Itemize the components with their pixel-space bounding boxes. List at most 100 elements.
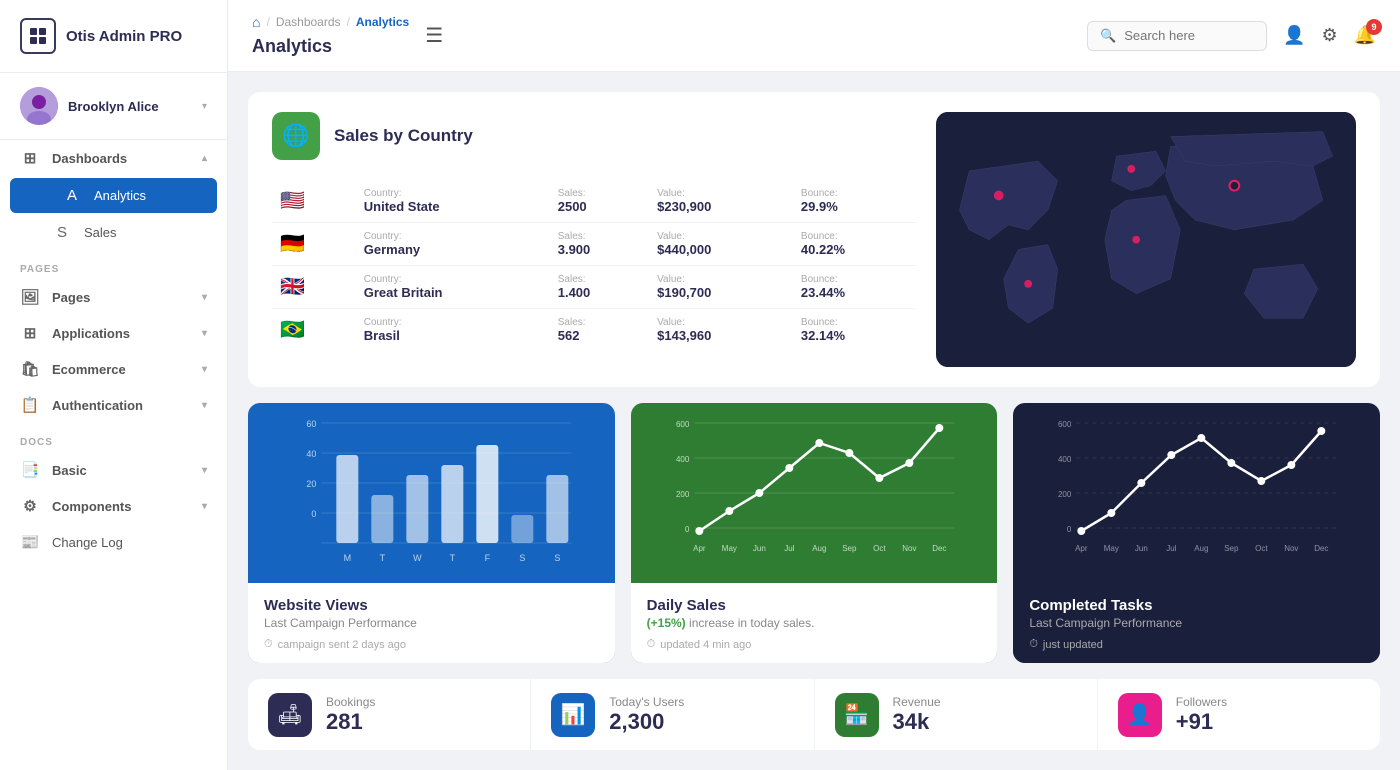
sidebar: Otis Admin PRO Brooklyn Alice ▾ ⊞ Dashbo… xyxy=(0,0,228,770)
svg-text:Apr: Apr xyxy=(1075,544,1088,553)
bounce-cell: Bounce: 29.9% xyxy=(793,180,916,223)
user-chevron-icon: ▾ xyxy=(202,101,207,112)
daily-sales-chart: 600 400 200 0 xyxy=(631,403,998,583)
svg-text:600: 600 xyxy=(1058,420,1072,429)
sidebar-item-changelog[interactable]: 📰 Change Log xyxy=(0,524,227,560)
clock-icon: ⏱ xyxy=(264,638,273,651)
ecommerce-icon: 🛍 xyxy=(20,360,40,378)
page-title: Analytics xyxy=(252,36,332,57)
hamburger-icon[interactable]: ☰ xyxy=(425,23,443,48)
sales-cell: Sales: 2500 xyxy=(550,180,649,223)
search-box[interactable]: 🔍 xyxy=(1087,21,1267,51)
stat-icon: 🏪 xyxy=(835,693,879,737)
sidebar-item-ecommerce[interactable]: 🛍 Ecommerce ▾ xyxy=(0,351,227,387)
svg-text:Nov: Nov xyxy=(1285,544,1299,553)
flag-cell: 🇩🇪 xyxy=(272,223,356,266)
website-views-card: 60 40 20 0 M T xyxy=(248,403,615,663)
search-icon: 🔍 xyxy=(1100,28,1116,44)
country-cell: Country: United State xyxy=(356,180,550,223)
sales-icon: S xyxy=(52,224,72,241)
ecommerce-chevron-icon: ▾ xyxy=(202,364,207,375)
svg-text:Sep: Sep xyxy=(842,544,857,553)
sidebar-logo: Otis Admin PRO xyxy=(0,0,227,73)
components-icon: ⚙ xyxy=(20,497,40,515)
basic-chevron-icon: ▾ xyxy=(202,465,207,476)
sidebar-item-applications[interactable]: ⊞ Applications ▾ xyxy=(0,315,227,351)
components-label: Components xyxy=(52,499,190,514)
svg-text:Dec: Dec xyxy=(1315,544,1329,553)
daily-sales-subtitle: (+15%) increase in today sales. xyxy=(647,616,982,630)
analytics-label: Analytics xyxy=(94,188,197,203)
clock-icon2: ⏱ xyxy=(647,638,656,651)
sidebar-item-analytics[interactable]: A Analytics xyxy=(10,178,217,213)
sidebar-item-sales[interactable]: S Sales xyxy=(0,215,227,250)
basic-icon: 📑 xyxy=(20,461,40,479)
completed-tasks-chart: 600 400 200 0 Apr xyxy=(1013,403,1380,583)
table-row: 🇺🇸 Country: United State Sales: 2500 Val… xyxy=(272,180,916,223)
country-cell: Country: Germany xyxy=(356,223,550,266)
svg-text:Apr: Apr xyxy=(693,544,706,553)
stats-bar: 🛋 Bookings 281 📊 Today's Users 2,300 🏪 R… xyxy=(248,679,1380,750)
svg-text:Aug: Aug xyxy=(812,544,826,553)
bounce-cell: Bounce: 32.14% xyxy=(793,309,916,352)
flag-cell: 🇧🇷 xyxy=(272,309,356,352)
notifications-icon[interactable]: 🔔 9 xyxy=(1354,25,1376,46)
bounce-cell: Bounce: 40.22% xyxy=(793,223,916,266)
dashboards-label: Dashboards xyxy=(52,151,190,166)
pages-section-label: PAGES xyxy=(0,250,227,279)
authentication-icon: 📋 xyxy=(20,396,40,414)
stat-value: +91 xyxy=(1176,709,1227,735)
sidebar-user[interactable]: Brooklyn Alice ▾ xyxy=(0,73,227,140)
applications-icon: ⊞ xyxy=(20,324,40,342)
profile-icon[interactable]: 👤 xyxy=(1283,25,1305,46)
svg-text:600: 600 xyxy=(676,420,690,429)
pages-chevron-icon: ▾ xyxy=(202,292,207,303)
table-row: 🇧🇷 Country: Brasil Sales: 562 Value: $14… xyxy=(272,309,916,352)
stat-label: Bookings xyxy=(326,695,375,709)
flag-cell: 🇬🇧 xyxy=(272,266,356,309)
sidebar-item-dashboards[interactable]: ⊞ Dashboards ▴ xyxy=(0,140,227,176)
completed-tasks-time-label: just updated xyxy=(1043,639,1103,651)
logo-text: Otis Admin PRO xyxy=(66,28,182,45)
avatar xyxy=(20,87,58,125)
svg-text:M: M xyxy=(344,553,352,563)
changelog-icon: 📰 xyxy=(20,533,40,551)
svg-text:400: 400 xyxy=(676,455,690,464)
search-input[interactable] xyxy=(1124,28,1254,43)
sales-country-card: 🌐 Sales by Country 🇺🇸 Country: United St… xyxy=(248,92,1380,387)
stat-item: 👤 Followers +91 xyxy=(1098,679,1380,750)
components-chevron-icon: ▾ xyxy=(202,501,207,512)
svg-text:0: 0 xyxy=(311,509,316,519)
daily-sales-time: ⏱ updated 4 min ago xyxy=(647,638,982,651)
ecommerce-label: Ecommerce xyxy=(52,362,190,377)
sales-country-title: Sales by Country xyxy=(334,126,473,146)
svg-text:F: F xyxy=(485,553,491,563)
svg-text:Aug: Aug xyxy=(1195,544,1209,553)
daily-sales-info: Daily Sales (+15%) increase in today sal… xyxy=(631,583,998,663)
breadcrumb-dashboards: Dashboards xyxy=(276,15,341,29)
settings-icon[interactable]: ⚙ xyxy=(1321,25,1337,46)
svg-text:Nov: Nov xyxy=(902,544,916,553)
sidebar-item-components[interactable]: ⚙ Components ▾ xyxy=(0,488,227,524)
daily-sales-svg: 600 400 200 0 xyxy=(631,403,998,583)
sidebar-item-authentication[interactable]: 📋 Authentication ▾ xyxy=(0,387,227,423)
bar-chart-svg: 60 40 20 0 M T xyxy=(248,403,615,583)
stat-icon: 📊 xyxy=(551,693,595,737)
completed-tasks-svg: 600 400 200 0 Apr xyxy=(1013,403,1380,583)
sidebar-item-pages[interactable]: 🖼 Pages ▾ xyxy=(0,279,227,315)
svg-text:200: 200 xyxy=(1058,490,1072,499)
svg-text:May: May xyxy=(721,544,736,553)
sales-cell: Sales: 562 xyxy=(550,309,649,352)
stat-item: 🛋 Bookings 281 xyxy=(248,679,531,750)
svg-text:Sep: Sep xyxy=(1225,544,1240,553)
daily-sales-rest: increase in today sales. xyxy=(689,616,814,630)
svg-text:S: S xyxy=(519,553,525,563)
svg-text:400: 400 xyxy=(1058,455,1072,464)
website-views-title: Website Views xyxy=(264,597,599,614)
sidebar-item-basic[interactable]: 📑 Basic ▾ xyxy=(0,452,227,488)
svg-text:S: S xyxy=(554,553,560,563)
header: ⌂ / Dashboards / Analytics Analytics ☰ 🔍… xyxy=(228,0,1400,72)
flag-cell: 🇺🇸 xyxy=(272,180,356,223)
globe-icon: 🌐 xyxy=(272,112,320,160)
svg-text:Jul: Jul xyxy=(784,544,794,553)
